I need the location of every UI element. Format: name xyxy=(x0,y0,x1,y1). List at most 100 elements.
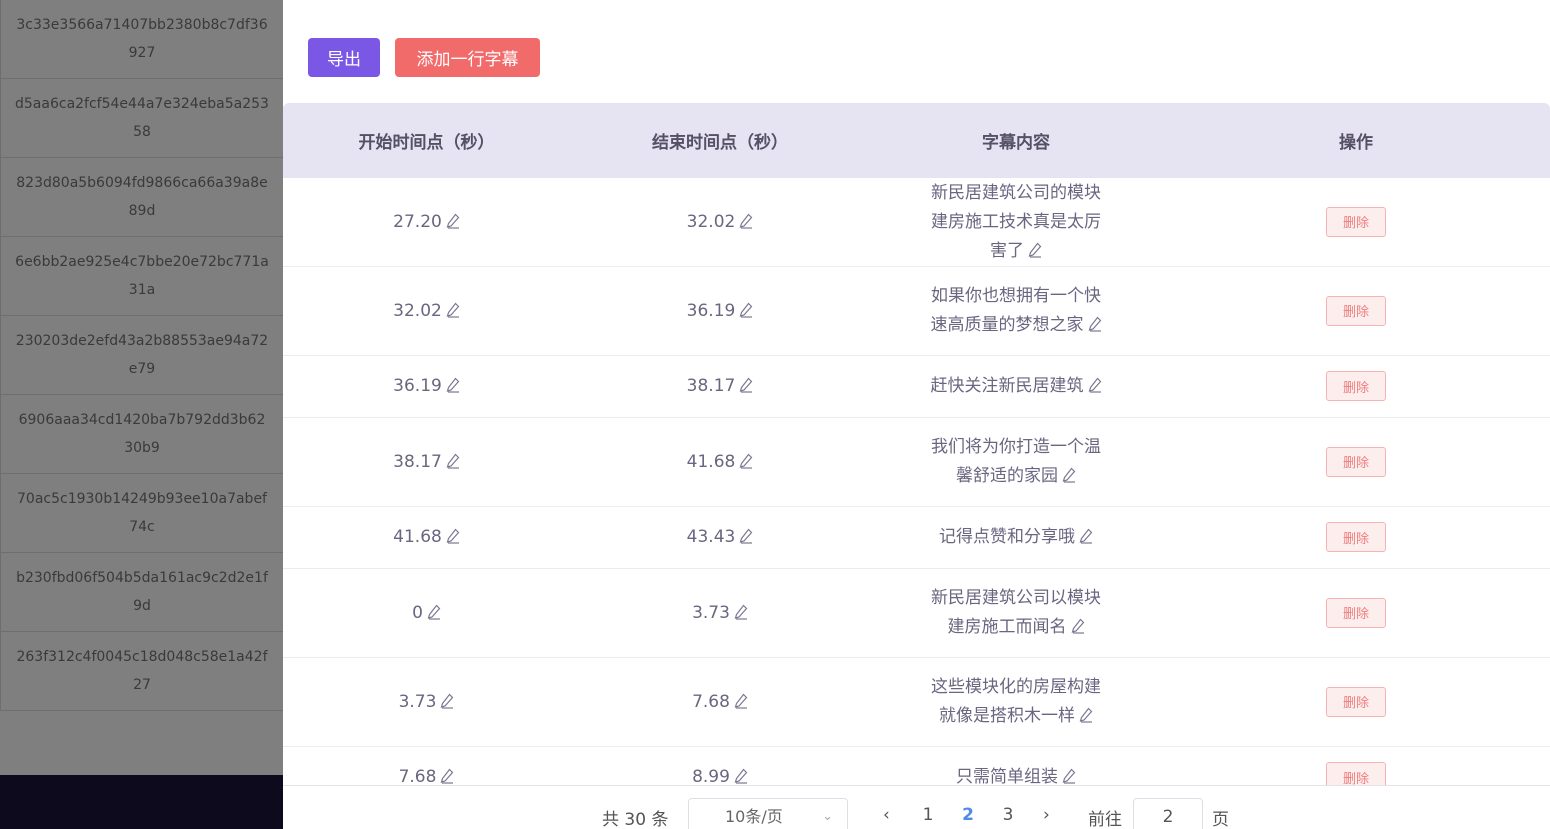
chevron-down-icon: ⌄ xyxy=(822,809,833,824)
edit-pencil-icon[interactable] xyxy=(1079,525,1093,544)
edit-pencil-icon[interactable] xyxy=(1062,765,1076,784)
actions-cell: 删除 xyxy=(1162,206,1550,238)
edit-pencil-icon[interactable] xyxy=(446,374,460,393)
table-row: 27.20 32.02 新民居建筑公司的模块建房施工技术真是太厉害了 删除 xyxy=(283,178,1550,267)
start-time-value: 27.20 xyxy=(393,211,442,232)
actions-cell: 删除 xyxy=(1162,522,1550,553)
edit-pencil-icon[interactable] xyxy=(1088,374,1102,393)
edit-pencil-icon[interactable] xyxy=(440,690,454,709)
goto-page-input[interactable]: 2 xyxy=(1133,798,1203,829)
delete-button[interactable]: 删除 xyxy=(1326,371,1386,402)
edit-pencil-icon[interactable] xyxy=(734,690,748,709)
subtitle-content-cell[interactable]: 新民居建筑公司以模块建房施工而闻名 xyxy=(870,584,1162,642)
end-time-cell[interactable]: 7.68 xyxy=(570,688,870,717)
start-time-value: 41.68 xyxy=(393,527,442,547)
delete-button[interactable]: 删除 xyxy=(1326,522,1386,553)
actions-cell: 删除 xyxy=(1162,762,1550,785)
background-list-item: 3c33e3566a71407bb2380b8c7df36 927 xyxy=(0,0,283,79)
delete-button[interactable]: 删除 xyxy=(1326,295,1386,326)
subtitle-content-cell[interactable]: 只需简单组装 xyxy=(870,763,1162,785)
start-time-value: 36.19 xyxy=(393,376,442,396)
start-time-cell[interactable]: 0 xyxy=(283,599,570,628)
start-time-cell[interactable]: 41.68 xyxy=(283,523,570,552)
end-time-cell[interactable]: 8.99 xyxy=(570,763,870,785)
table-row: 0 3.73 新民居建筑公司以模块建房施工而闻名 删除 xyxy=(283,569,1550,658)
delete-button[interactable]: 删除 xyxy=(1326,686,1386,717)
record-id-line2: 9d xyxy=(133,598,151,614)
end-time-value: 36.19 xyxy=(686,300,736,321)
edit-pencil-icon[interactable] xyxy=(739,374,753,393)
start-time-cell[interactable]: 27.20 xyxy=(283,208,570,237)
edit-pencil-icon[interactable] xyxy=(1028,239,1042,258)
end-time-cell[interactable]: 38.17 xyxy=(570,372,870,401)
edit-pencil-icon[interactable] xyxy=(739,525,753,544)
record-id-line1: 6906aaa34cd1420ba7b792dd3b62 xyxy=(18,412,266,428)
delete-button[interactable]: 删除 xyxy=(1326,597,1386,628)
end-time-value: 43.43 xyxy=(686,527,736,547)
header-actions: 操作 xyxy=(1339,133,1373,153)
start-time-cell[interactable]: 7.68 xyxy=(283,763,570,785)
actions-cell: 删除 xyxy=(1162,686,1550,718)
background-list-item: 6906aaa34cd1420ba7b792dd3b62 30b9 xyxy=(0,395,283,474)
edit-pencil-icon[interactable] xyxy=(739,299,753,318)
subtitle-content-cell[interactable]: 我们将为你打造一个温馨舒适的家园 xyxy=(870,433,1162,491)
delete-button[interactable]: 删除 xyxy=(1326,762,1386,785)
page-2-current[interactable]: 2 xyxy=(958,805,978,825)
header-subtitle-content: 字幕内容 xyxy=(982,133,1050,153)
add-subtitle-row-button[interactable]: 添加一行字幕 xyxy=(395,38,540,77)
page-size-select[interactable]: 10条/页 ⌄ xyxy=(688,798,848,829)
record-id-line2: 58 xyxy=(133,124,151,140)
record-id-line2: 27 xyxy=(133,677,151,693)
subtitle-content-cell[interactable]: 赶快关注新民居建筑 xyxy=(870,372,1162,401)
start-time-value: 3.73 xyxy=(398,691,437,712)
export-button[interactable]: 导出 xyxy=(308,38,380,77)
end-time-cell[interactable]: 3.73 xyxy=(570,599,870,628)
edit-pencil-icon[interactable] xyxy=(1071,615,1085,634)
next-page-button[interactable]: › xyxy=(1043,805,1050,825)
edit-pencil-icon[interactable] xyxy=(1062,464,1076,483)
record-id-line1: 70ac5c1930b14249b93ee10a7abef xyxy=(17,491,267,507)
subtitle-content-cell[interactable]: 这些模块化的房屋构建就像是搭积木一样 xyxy=(870,673,1162,731)
subtitle-content-cell[interactable]: 记得点赞和分享哦 xyxy=(870,523,1162,552)
edit-pencil-icon[interactable] xyxy=(427,601,441,620)
start-time-cell[interactable]: 3.73 xyxy=(283,688,570,717)
end-time-cell[interactable]: 32.02 xyxy=(570,208,870,237)
subtitle-text: 只需简单组装 xyxy=(956,767,1058,785)
subtitle-editor-drawer: 导出 添加一行字幕 开始时间点（秒） 结束时间点（秒） 字幕内容 操作 27.2… xyxy=(283,0,1550,829)
subtitle-content-cell[interactable]: 如果你也想拥有一个快速高质量的梦想之家 xyxy=(870,282,1162,340)
subtitle-text: 记得点赞和分享哦 xyxy=(939,527,1075,547)
start-time-cell[interactable]: 32.02 xyxy=(283,297,570,326)
edit-pencil-icon[interactable] xyxy=(1088,313,1102,332)
subtitle-text: 这些模块化的房屋构建就像是搭积木一样 xyxy=(931,677,1101,726)
end-time-cell[interactable]: 36.19 xyxy=(570,297,870,326)
prev-page-button[interactable]: ‹ xyxy=(883,805,890,825)
edit-pencil-icon[interactable] xyxy=(1079,704,1093,723)
edit-pencil-icon[interactable] xyxy=(446,525,460,544)
edit-pencil-icon[interactable] xyxy=(734,765,748,784)
start-time-value: 38.17 xyxy=(393,451,442,472)
record-id-line1: 823d80a5b6094fd9866ca66a39a8e xyxy=(16,175,268,191)
page-1[interactable]: 1 xyxy=(918,805,938,825)
pagination: 共 30 条 10条/页 ⌄ ‹ 1 2 3 › 前往 2 页 xyxy=(283,785,1550,829)
delete-button[interactable]: 删除 xyxy=(1326,446,1386,477)
actions-cell: 删除 xyxy=(1162,295,1550,327)
end-time-cell[interactable]: 41.68 xyxy=(570,448,870,477)
page-3[interactable]: 3 xyxy=(998,805,1018,825)
edit-pencil-icon[interactable] xyxy=(446,450,460,469)
start-time-cell[interactable]: 38.17 xyxy=(283,448,570,477)
edit-pencil-icon[interactable] xyxy=(739,210,753,229)
delete-button[interactable]: 删除 xyxy=(1326,206,1386,237)
subtitle-content-cell[interactable]: 新民居建筑公司的模块建房施工技术真是太厉害了 xyxy=(870,179,1162,266)
record-id-line1: 6e6bb2ae925e4c7bbe20e72bc771a xyxy=(15,254,269,270)
edit-pencil-icon[interactable] xyxy=(440,765,454,784)
edit-pencil-icon[interactable] xyxy=(446,210,460,229)
record-id-line2: 89d xyxy=(128,203,156,219)
end-time-value: 7.68 xyxy=(692,691,730,712)
start-time-cell[interactable]: 36.19 xyxy=(283,372,570,401)
edit-pencil-icon[interactable] xyxy=(734,601,748,620)
edit-pencil-icon[interactable] xyxy=(739,450,753,469)
record-id-line2: 30b9 xyxy=(124,440,160,456)
end-time-cell[interactable]: 43.43 xyxy=(570,523,870,552)
edit-pencil-icon[interactable] xyxy=(446,299,460,318)
table-row: 38.17 41.68 我们将为你打造一个温馨舒适的家园 删除 xyxy=(283,418,1550,507)
